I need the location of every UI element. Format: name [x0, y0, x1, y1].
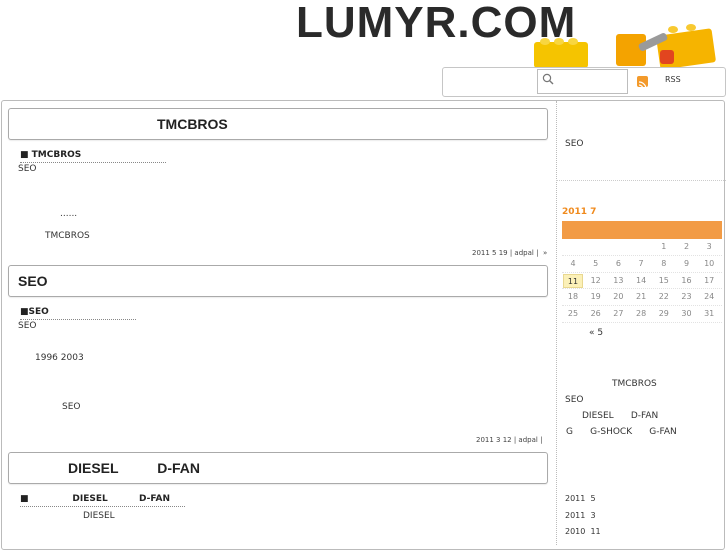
post-text: SEO: [18, 164, 37, 174]
more-link[interactable]: »: [543, 249, 547, 257]
post-text: ......: [60, 209, 78, 219]
calendar-day: 12: [590, 275, 601, 285]
calendar-title: 2011 7: [562, 207, 597, 217]
post-subheading: ■SEO: [20, 307, 136, 320]
calendar-day: 3: [706, 242, 712, 251]
calendar-day: 1: [661, 242, 667, 251]
rss-icon[interactable]: [637, 76, 648, 90]
calendar-day: 18: [567, 292, 579, 302]
calendar-day: 24: [704, 292, 715, 302]
calendar-day: 21: [636, 292, 647, 302]
calendar-row-line: [562, 271, 722, 273]
calendar-day: 13: [613, 275, 624, 285]
post-text: SEO: [18, 321, 37, 331]
lego-bricks-logo: [530, 20, 727, 70]
sidebar-text: SEO: [565, 139, 584, 149]
calendar-day: 9: [683, 258, 690, 268]
post-text: DIESEL: [83, 511, 115, 521]
post-text: TMCBROS: [45, 231, 90, 241]
calendar-day: 23: [681, 292, 692, 302]
post-subheading: ■ DIESEL D-FAN: [20, 494, 185, 507]
calendar-day: 19: [590, 292, 601, 302]
calendar-day: 29: [658, 309, 669, 319]
calendar-day: 8: [661, 258, 667, 268]
post-title[interactable]: TMCBROS: [8, 108, 548, 140]
calendar-day: 10: [704, 258, 715, 268]
category-link[interactable]: TMCBROS: [612, 379, 657, 389]
calendar-row-line: [562, 322, 722, 323]
column-divider: [556, 101, 557, 545]
post-title-text[interactable]: TMCBROS: [157, 116, 228, 132]
calendar-day: 26: [590, 309, 601, 319]
calendar-day: 27: [613, 309, 624, 319]
rss-link[interactable]: RSS: [665, 75, 681, 84]
post-title-text[interactable]: SEO: [18, 273, 48, 289]
calendar-day: 16: [681, 275, 692, 285]
calendar-row-line: [562, 254, 722, 256]
calendar-row-line: [562, 305, 722, 307]
archive-link[interactable]: 2010 11: [565, 527, 601, 536]
calendar-day: 17: [704, 275, 715, 285]
category-link[interactable]: DIESEL D-FAN: [582, 411, 658, 421]
post-title[interactable]: DIESEL D-FAN: [8, 452, 548, 484]
calendar-day: 2: [683, 242, 690, 251]
calendar-day: 14: [636, 275, 647, 285]
search-icon: [542, 73, 554, 85]
calendar-day: 31: [704, 309, 715, 319]
post-meta[interactable]: 2011 3 12 | adpal |: [476, 436, 542, 444]
calendar-day: 7: [638, 258, 644, 268]
calendar-day: 6: [615, 258, 621, 268]
sidebar-divider: [556, 180, 726, 181]
calendar-day: 20: [613, 292, 624, 302]
calendar-day: 25: [567, 309, 579, 319]
calendar-day: 28: [636, 309, 647, 319]
calendar-day: 30: [681, 309, 692, 319]
calendar-day[interactable]: 11: [563, 273, 583, 288]
post-title[interactable]: SEO: [8, 265, 548, 297]
search-input[interactable]: [537, 69, 628, 94]
post-text: 1996 2003: [35, 353, 84, 363]
calendar-prev-link[interactable]: « 5: [589, 328, 603, 338]
post-meta[interactable]: 2011 5 19 | adpal |: [472, 249, 538, 257]
archive-link[interactable]: 2011 5: [565, 494, 596, 503]
post-title-text[interactable]: DIESEL D-FAN: [68, 460, 200, 476]
calendar-day: 15: [658, 275, 669, 285]
calendar-row-line: [562, 288, 722, 290]
post-text: SEO: [62, 402, 81, 412]
category-link[interactable]: SEO: [565, 395, 583, 405]
category-link[interactable]: G G-SHOCK G-FAN: [566, 427, 677, 437]
calendar-day: 22: [658, 292, 669, 302]
archive-link[interactable]: 2011 3: [565, 511, 596, 520]
calendar-day: 4: [570, 258, 576, 268]
calendar-day: 5: [593, 258, 599, 268]
calendar-header: [562, 221, 722, 239]
post-subheading: ■ TMCBROS: [20, 150, 166, 163]
